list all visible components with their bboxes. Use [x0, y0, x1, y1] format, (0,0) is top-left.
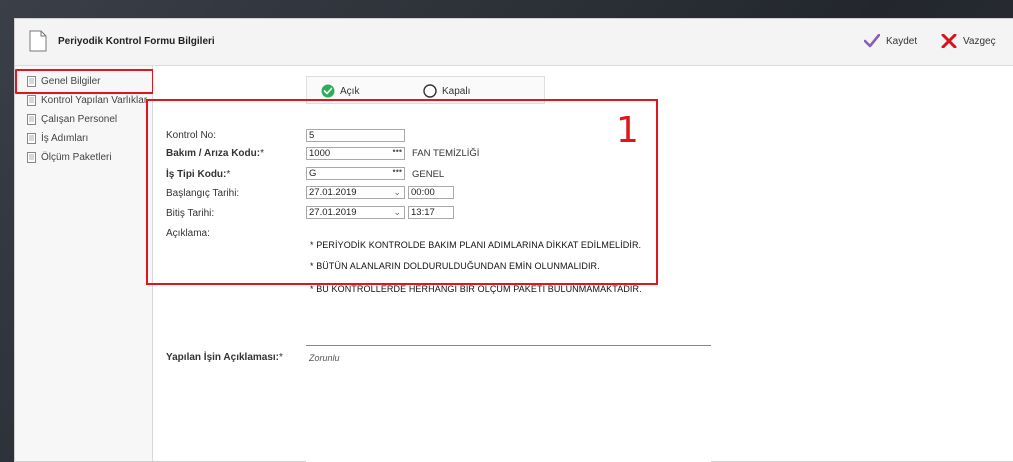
document-icon: [29, 30, 47, 52]
cancel-button[interactable]: Vazgeç: [941, 34, 996, 48]
yapilan-isin-label-text: Yapılan İşin Açıklaması:: [166, 352, 280, 363]
checkmark-icon: [864, 34, 880, 48]
required-mark: *: [279, 352, 283, 363]
annotation-number: 1: [616, 110, 639, 151]
sidebar-item-label: Kontrol Yapılan Varlıklar: [41, 95, 148, 106]
document-list-icon: [27, 114, 36, 125]
sidebar-item-calisan-personel[interactable]: Çalışan Personel: [15, 111, 153, 128]
close-icon: [941, 34, 957, 48]
yapilan-isin-label: Yapılan İşin Açıklaması:*: [166, 352, 283, 363]
aciklama-line: * BU KONTROLLERDE HERHANGİ BİR ÖLÇÜM PAK…: [310, 284, 642, 294]
sidebar-item-label: Çalışan Personel: [41, 114, 118, 125]
radio-closed[interactable]: Kapalı: [423, 84, 470, 98]
annotation-box: [146, 99, 658, 285]
sidebar: Genel Bilgiler Kontrol Yapılan Varlıklar…: [15, 66, 154, 461]
document-list-icon: [27, 152, 36, 163]
yapilan-isin-textarea[interactable]: Zorunlu: [306, 349, 711, 462]
check-circle-icon: [321, 84, 335, 98]
modal-header: Periyodik Kontrol Formu Bilgileri Kaydet…: [15, 19, 1013, 66]
sidebar-item-olcum-paketleri[interactable]: Ölçüm Paketleri: [15, 149, 153, 166]
sidebar-highlight-box: [15, 69, 154, 94]
sidebar-item-kontrol-yapilan-varliklar[interactable]: Kontrol Yapılan Varlıklar: [15, 92, 153, 109]
document-list-icon: [27, 133, 36, 144]
document-list-icon: [27, 95, 36, 106]
radio-open[interactable]: Açık: [321, 84, 359, 98]
sidebar-item-is-adimlari[interactable]: İş Adımları: [15, 130, 153, 147]
radio-open-label: Açık: [340, 85, 360, 97]
save-label: Kaydet: [886, 35, 918, 47]
radio-empty-icon: [423, 84, 437, 98]
cancel-label: Vazgeç: [963, 35, 996, 47]
modal-title: Periyodik Kontrol Formu Bilgileri: [58, 36, 215, 47]
radio-closed-label: Kapalı: [442, 85, 471, 97]
yapilan-placeholder: Zorunlu: [309, 353, 340, 363]
sidebar-item-label: İş Adımları: [41, 133, 89, 144]
save-button[interactable]: Kaydet: [864, 34, 917, 48]
sidebar-item-label: Ölçüm Paketleri: [41, 152, 112, 163]
